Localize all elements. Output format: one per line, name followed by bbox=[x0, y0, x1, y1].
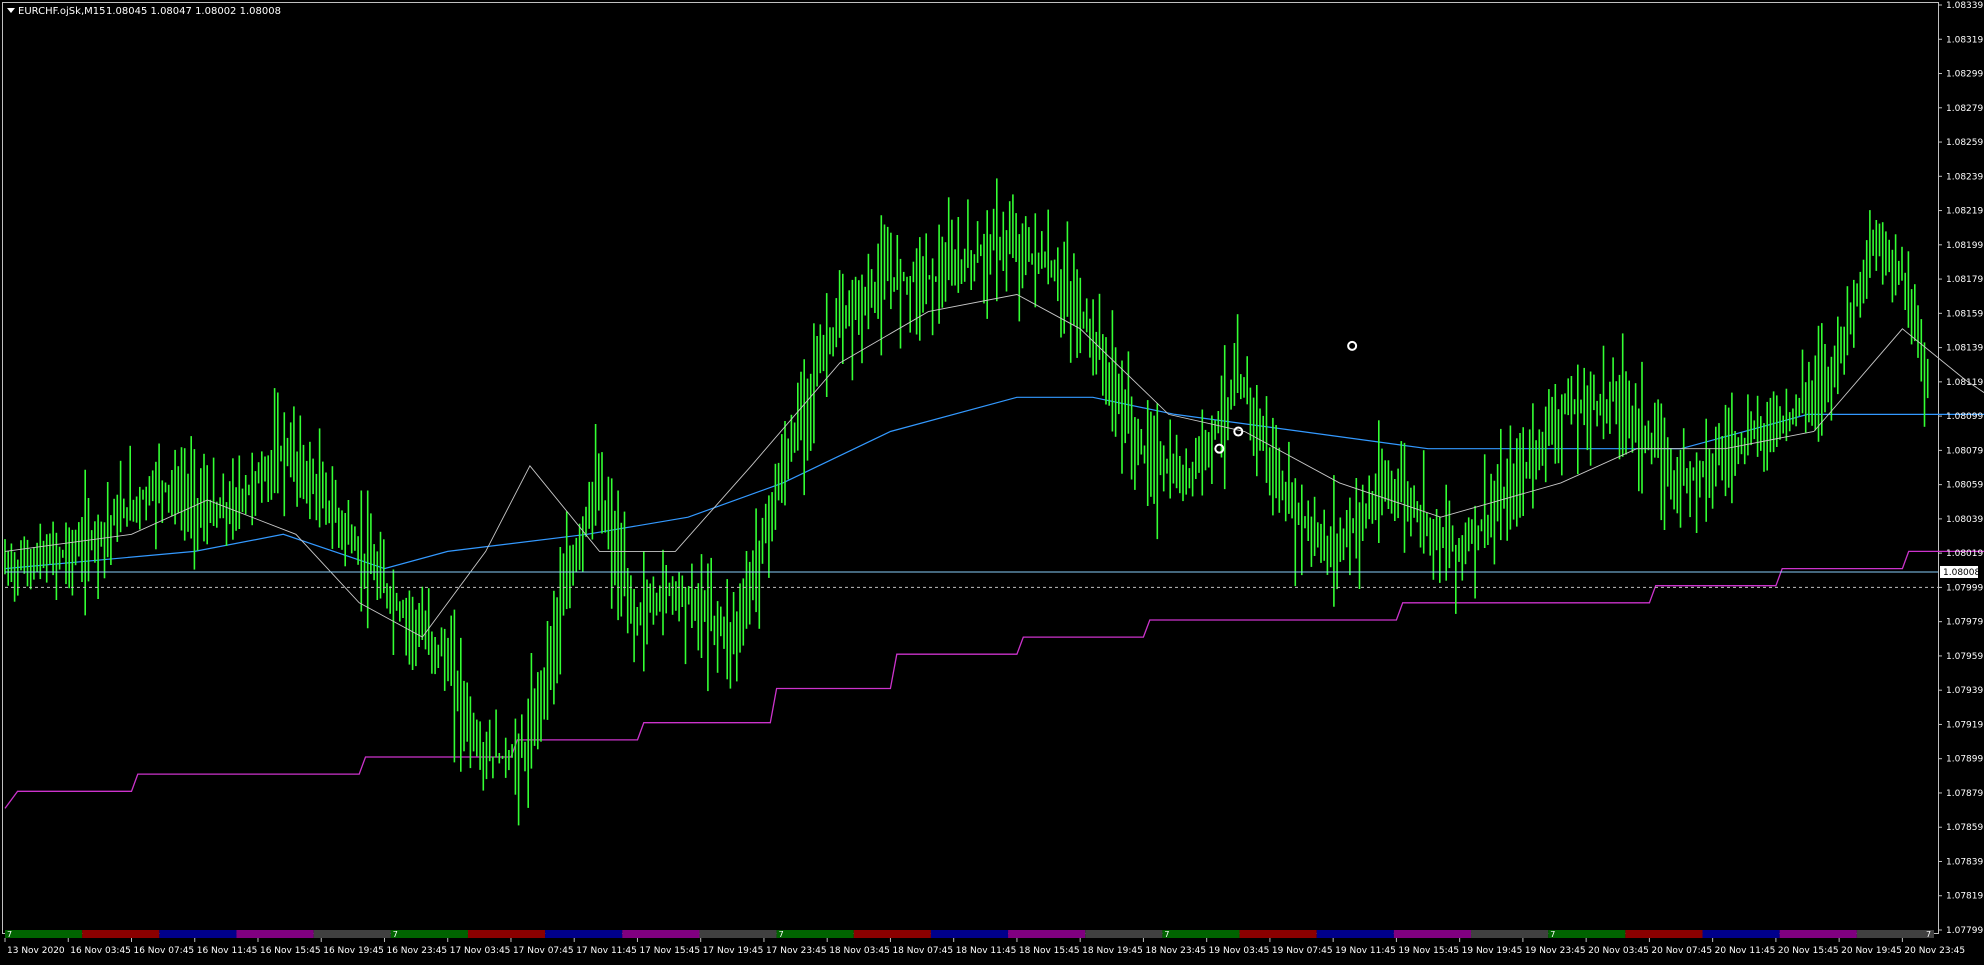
session-segment bbox=[467, 930, 546, 938]
price-tick-label: 1.07919 bbox=[1946, 720, 1983, 730]
time-tick-label: 17 Nov 03:45 bbox=[450, 946, 511, 956]
current-price-label: 1.08008 bbox=[1943, 568, 1980, 578]
price-tick-label: 1.08159 bbox=[1946, 309, 1983, 319]
time-tick-label: 19 Nov 03:45 bbox=[1209, 946, 1270, 956]
session-segment bbox=[1471, 930, 1549, 938]
price-chart[interactable]: EURCHF.ojSk,M15 1.08045 1.08047 1.08002 … bbox=[0, 0, 1984, 961]
session-segment bbox=[1239, 930, 1317, 938]
time-tick-label: 18 Nov 15:45 bbox=[1019, 946, 1080, 956]
time-tick-label: 20 Nov 11:45 bbox=[1715, 946, 1776, 956]
session-marker-label: 7 bbox=[1926, 930, 1931, 939]
session-segment bbox=[1548, 930, 1626, 938]
session-segment bbox=[159, 930, 237, 938]
time-tick-label: 16 Nov 23:45 bbox=[386, 946, 447, 956]
time-tick-label: 13 Nov 2020 bbox=[7, 946, 65, 956]
session-segment bbox=[1625, 930, 1703, 938]
session-marker-label: 7 bbox=[1164, 930, 1169, 939]
session-segment bbox=[313, 930, 391, 938]
time-tick-label: 18 Nov 03:45 bbox=[829, 946, 890, 956]
price-tick-label: 1.08139 bbox=[1946, 344, 1983, 354]
session-segment bbox=[1162, 930, 1240, 938]
time-tick-label: 16 Nov 03:45 bbox=[70, 946, 131, 956]
session-segment bbox=[5, 930, 83, 938]
price-tick-label: 1.08299 bbox=[1946, 70, 1983, 80]
price-tick-label: 1.07859 bbox=[1946, 823, 1983, 833]
session-marker-label: 7 bbox=[779, 930, 784, 939]
symbol-label: EURCHF.ojSk,M15 bbox=[18, 6, 105, 17]
price-tick-label: 1.07819 bbox=[1946, 892, 1983, 902]
time-tick-label: 17 Nov 23:45 bbox=[766, 946, 827, 956]
time-tick-label: 17 Nov 11:45 bbox=[576, 946, 637, 956]
time-tick-label: 17 Nov 19:45 bbox=[703, 946, 764, 956]
session-marker-label: 7 bbox=[1550, 930, 1555, 939]
session-segment bbox=[1779, 930, 1857, 938]
current-price-tag: 1.08008 bbox=[1940, 565, 1980, 578]
session-segment bbox=[1085, 930, 1163, 938]
session-segment bbox=[390, 930, 468, 938]
time-tick-label: 19 Nov 19:45 bbox=[1462, 946, 1523, 956]
time-tick-label: 16 Nov 15:45 bbox=[260, 946, 321, 956]
session-bar: 7 7 7 7 7 7 bbox=[5, 930, 1934, 939]
price-tick-label: 1.08019 bbox=[1946, 549, 1983, 559]
time-tick-label: 16 Nov 07:45 bbox=[133, 946, 194, 956]
price-tick-label: 1.08059 bbox=[1946, 481, 1983, 491]
session-marker-label: 7 bbox=[393, 930, 398, 939]
chart-window[interactable]: EURCHF.ojSk,M15 1.08045 1.08047 1.08002 … bbox=[0, 0, 1984, 961]
time-tick-label: 19 Nov 11:45 bbox=[1335, 946, 1396, 956]
price-tick-label: 1.08079 bbox=[1946, 446, 1983, 456]
price-tick-label: 1.07959 bbox=[1946, 652, 1983, 662]
time-tick-label: 18 Nov 07:45 bbox=[892, 946, 953, 956]
session-segment bbox=[1316, 930, 1394, 938]
session-segment bbox=[776, 930, 854, 938]
price-tick-label: 1.08319 bbox=[1946, 35, 1983, 45]
time-tick-label: 17 Nov 15:45 bbox=[639, 946, 700, 956]
price-tick-label: 1.08119 bbox=[1946, 378, 1983, 388]
price-tick-label: 1.08259 bbox=[1946, 138, 1983, 148]
session-segment bbox=[545, 930, 623, 938]
price-tick-label: 1.08099 bbox=[1946, 412, 1983, 422]
session-marker-label: 7 bbox=[7, 930, 12, 939]
session-segment bbox=[1008, 930, 1086, 938]
price-tick-label: 1.08039 bbox=[1946, 515, 1983, 525]
session-segment bbox=[1702, 930, 1780, 938]
price-tick-label: 1.07999 bbox=[1946, 583, 1983, 593]
price-tick-label: 1.08279 bbox=[1946, 104, 1983, 114]
session-segment bbox=[699, 930, 777, 938]
time-tick-label: 19 Nov 15:45 bbox=[1398, 946, 1459, 956]
price-tick-label: 1.07799 bbox=[1946, 926, 1983, 936]
price-tick-label: 1.08219 bbox=[1946, 207, 1983, 217]
time-tick-label: 19 Nov 23:45 bbox=[1525, 946, 1586, 956]
session-segment bbox=[622, 930, 700, 938]
price-tick-label: 1.08199 bbox=[1946, 241, 1983, 251]
price-tick-label: 1.07979 bbox=[1946, 618, 1983, 628]
price-tick-label: 1.07839 bbox=[1946, 857, 1983, 867]
session-segment bbox=[236, 930, 314, 938]
price-tick-label: 1.07879 bbox=[1946, 789, 1983, 799]
time-tick-label: 19 Nov 07:45 bbox=[1272, 946, 1333, 956]
session-segment bbox=[930, 930, 1009, 938]
time-tick-label: 20 Nov 07:45 bbox=[1651, 946, 1712, 956]
time-tick-label: 16 Nov 11:45 bbox=[197, 946, 258, 956]
session-segment bbox=[853, 930, 931, 938]
time-tick-label: 20 Nov 03:45 bbox=[1588, 946, 1649, 956]
ohlc-label: 1.08045 1.08047 1.08002 1.08008 bbox=[106, 6, 281, 17]
time-tick-label: 18 Nov 11:45 bbox=[956, 946, 1017, 956]
time-tick-label: 18 Nov 19:45 bbox=[1082, 946, 1143, 956]
time-tick-label: 17 Nov 07:45 bbox=[513, 946, 574, 956]
session-segment bbox=[1393, 930, 1472, 938]
time-tick-label: 18 Nov 23:45 bbox=[1145, 946, 1206, 956]
time-tick-label: 16 Nov 19:45 bbox=[323, 946, 384, 956]
price-tick-label: 1.07939 bbox=[1946, 686, 1983, 696]
time-tick-label: 20 Nov 19:45 bbox=[1841, 946, 1902, 956]
chart-header: EURCHF.ojSk,M15 1.08045 1.08047 1.08002 … bbox=[7, 6, 281, 17]
session-segment bbox=[1856, 930, 1934, 938]
time-tick-label: 20 Nov 23:45 bbox=[1904, 946, 1965, 956]
price-tick-label: 1.08239 bbox=[1946, 172, 1983, 182]
price-tick-label: 1.08179 bbox=[1946, 275, 1983, 285]
price-tick-label: 1.07899 bbox=[1946, 755, 1983, 765]
price-tick-label: 1.08339 bbox=[1946, 1, 1983, 11]
session-segment bbox=[82, 930, 160, 938]
time-tick-label: 20 Nov 15:45 bbox=[1778, 946, 1839, 956]
